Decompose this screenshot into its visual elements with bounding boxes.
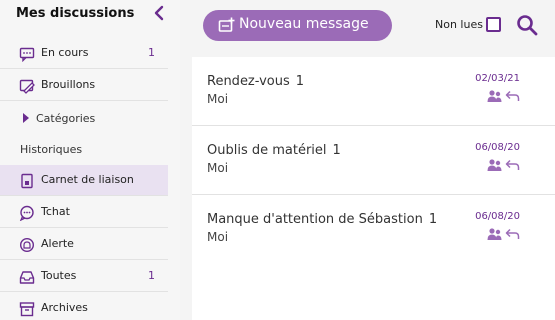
- new-message-icon: [218, 17, 235, 32]
- message-from: Moi: [207, 161, 229, 175]
- reply-icon: [505, 90, 520, 101]
- message-subject-line: Rendez-vous 1: [207, 74, 304, 89]
- group-people-icon: [487, 90, 502, 102]
- message-date: 06/08/20: [475, 142, 520, 153]
- sidebar-item-brouillons[interactable]: Brouillons: [0, 70, 168, 101]
- message-count: 1: [428, 212, 438, 227]
- new-message-label: Nouveau message: [239, 16, 369, 32]
- message-status-icons: [487, 227, 521, 241]
- sidebar-item-label: En cours: [41, 46, 89, 59]
- chat-bubbles-icon: [19, 205, 34, 221]
- group-people-icon: [487, 159, 502, 171]
- search-icon[interactable]: [516, 14, 538, 36]
- new-message-button[interactable]: Nouveau message: [203, 10, 392, 41]
- notebook-icon: [21, 173, 33, 189]
- message-count: 1: [295, 74, 305, 89]
- sidebar-item-alerte[interactable]: Alerte: [0, 229, 168, 260]
- inbox-tray-icon: [19, 271, 35, 284]
- reply-icon: [505, 228, 520, 239]
- sidebar-item-count: 1: [148, 269, 155, 282]
- sidebar-item-label: Carnet de liaison: [41, 173, 134, 186]
- sidebar-header: Mes discussions: [0, 0, 180, 32]
- sidebar-item-count: 1: [148, 46, 155, 59]
- alert-bell-icon: [19, 237, 35, 253]
- message-from: Moi: [207, 92, 229, 106]
- unread-filter-checkbox[interactable]: [486, 17, 501, 32]
- sidebar: Mes discussions En cours 1 Brouillons Ca…: [0, 0, 180, 320]
- message-row[interactable]: Oublis de matériel 1 Moi 06/08/20: [192, 126, 555, 195]
- caret-right-icon[interactable]: [22, 113, 30, 123]
- message-subject-line: Manque d'attention de Sébastion 1: [207, 212, 437, 227]
- draft-edit-icon: [19, 79, 35, 94]
- message-subject: Manque d'attention de Sébastion: [207, 212, 423, 227]
- sidebar-item-carnet-de-liaison[interactable]: Carnet de liaison: [0, 165, 168, 196]
- message-list: Rendez-vous 1 Moi 02/03/21 Oublis de mat…: [192, 57, 555, 320]
- archive-box-icon: [19, 302, 35, 317]
- categories-label[interactable]: Catégories: [36, 112, 95, 125]
- sidebar-item-label: Toutes: [41, 269, 77, 282]
- sidebar-item-toutes[interactable]: Toutes 1: [0, 261, 168, 292]
- message-row[interactable]: Rendez-vous 1 Moi 02/03/21: [192, 57, 555, 126]
- message-count: 1: [332, 143, 341, 158]
- message-status-icons: [487, 89, 521, 103]
- message-date: 02/03/21: [475, 73, 520, 84]
- message-from: Moi: [207, 230, 229, 244]
- sidebar-item-label: Tchat: [41, 205, 70, 218]
- group-people-icon: [487, 228, 502, 240]
- sidebar-item-archives[interactable]: Archives: [0, 293, 168, 320]
- chevron-left-icon[interactable]: [152, 4, 166, 22]
- sidebar-item-label: Brouillons: [41, 78, 96, 91]
- main-panel: Nouveau message Non lues Rendez-vous 1 Mo…: [189, 0, 555, 320]
- message-subject: Oublis de matériel: [207, 143, 327, 158]
- message-row[interactable]: Manque d'attention de Sébastion 1 Moi 06/…: [192, 195, 555, 264]
- sidebar-title: Mes discussions: [16, 6, 135, 21]
- message-subject-line: Oublis de matériel 1: [207, 143, 341, 158]
- chat-dots-icon: [19, 47, 35, 62]
- app: Mes discussions En cours 1 Brouillons Ca…: [0, 0, 555, 320]
- toolbar: Nouveau message Non lues: [189, 0, 555, 54]
- message-subject: Rendez-vous: [207, 74, 290, 89]
- reply-icon: [505, 159, 520, 170]
- sidebar-item-en-cours[interactable]: En cours 1: [0, 38, 168, 69]
- sidebar-item-label: Alerte: [41, 237, 74, 250]
- history-label: Historiques: [20, 143, 83, 156]
- message-date: 06/08/20: [475, 211, 520, 222]
- unread-filter-label: Non lues: [435, 18, 483, 31]
- sidebar-item-tchat[interactable]: Tchat: [0, 197, 168, 228]
- message-status-icons: [487, 158, 521, 172]
- sidebar-item-label: Archives: [41, 301, 88, 314]
